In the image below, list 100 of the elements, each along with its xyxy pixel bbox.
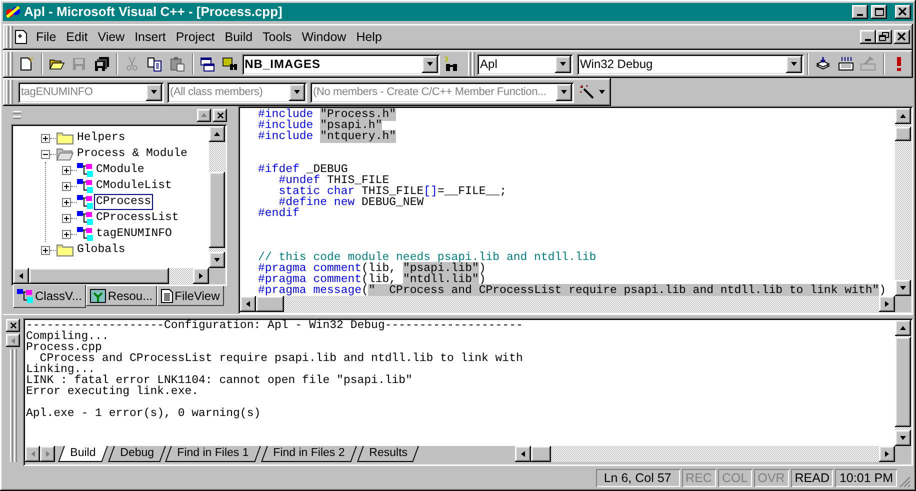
keyboard-arrows-icon <box>838 56 854 72</box>
caret-icon <box>790 61 798 67</box>
expand-icon[interactable] <box>62 198 71 206</box>
minimize-button[interactable] <box>860 30 876 44</box>
menu-item[interactable]: Build <box>220 27 258 47</box>
output-line: LINK : fatal error LNK1104: cannot open file "psapi.lib" <box>26 375 414 386</box>
tree-item[interactable]: Process & Module <box>76 147 188 161</box>
horizontal-scrollbar[interactable] <box>13 268 209 284</box>
output-line: Apl.exe - 1 error(s), 0 warning(s) <box>26 408 262 419</box>
tree-item[interactable]: CProcessList <box>95 211 180 225</box>
right-arrow-icon <box>884 300 890 308</box>
status-pane: Ln 6, Col 57 <box>596 469 680 487</box>
menu-item[interactable]: File <box>31 27 62 47</box>
vertical-scrollbar[interactable] <box>895 108 911 296</box>
exclamation-icon <box>896 57 901 71</box>
app-icon <box>5 4 21 20</box>
window-title: Apl - Microsoft Visual C++ - [Process.cpp] <box>24 3 284 22</box>
horizontal-scrollbar[interactable] <box>240 296 895 312</box>
minimize-icon <box>865 39 871 41</box>
scissors-icon <box>124 56 140 72</box>
class-icon <box>77 211 93 225</box>
wizard-button[interactable] <box>577 84 608 100</box>
code-line: #endif <box>258 208 300 219</box>
menu-item[interactable]: View <box>92 27 130 47</box>
class-icon <box>77 227 93 241</box>
left-arrow-icon <box>245 300 251 308</box>
collapse-icon[interactable] <box>41 150 50 158</box>
scroll-thumb[interactable] <box>895 127 911 141</box>
output-tab[interactable]: Find in Files 1 <box>166 446 261 462</box>
document-icon <box>15 30 27 44</box>
panel-tab[interactable]: Resou... <box>86 286 157 306</box>
tree-item[interactable]: CProcess <box>95 195 152 209</box>
down-arrow-icon <box>213 257 221 263</box>
menu-item[interactable]: Help <box>351 27 387 47</box>
expand-icon[interactable] <box>62 214 71 222</box>
binoculars-icon <box>442 56 459 72</box>
scroll-thumb[interactable] <box>531 446 551 462</box>
down-arrow-icon <box>899 285 907 291</box>
menu-item[interactable]: Insert <box>130 27 171 47</box>
expand-icon[interactable] <box>41 134 50 142</box>
scrollbar-corner <box>209 268 225 284</box>
tab-scroll-left-button[interactable] <box>25 446 40 462</box>
scroll-thumb[interactable] <box>29 268 169 284</box>
tree-item[interactable]: tagENUMINFO <box>95 227 173 241</box>
output-line: Process.cpp <box>26 342 102 353</box>
output-tab[interactable]: Results <box>356 446 419 462</box>
caret-icon <box>598 89 606 95</box>
scroll-thumb[interactable] <box>209 172 225 248</box>
expand-icon[interactable] <box>62 230 71 238</box>
scroll-thumb[interactable] <box>256 296 284 312</box>
configuration-combo[interactable]: Win32 Debug <box>576 54 804 74</box>
menu-item[interactable]: Edit <box>61 27 93 47</box>
find-combo[interactable]: NB_IMAGES <box>242 54 440 74</box>
expand-icon[interactable] <box>41 246 50 254</box>
close-button[interactable] <box>895 5 911 19</box>
code-line: #ifdef _DEBUG <box>258 164 348 175</box>
output-tab[interactable]: Find in Files 2 <box>261 446 357 462</box>
status-pane: OVR <box>754 469 789 487</box>
restore-button[interactable] <box>876 30 892 44</box>
right-arrow-icon <box>884 450 890 458</box>
resource-icon <box>90 288 106 302</box>
close-button[interactable] <box>6 319 20 332</box>
caret-icon <box>426 61 434 67</box>
code-line: #define new DEBUG_NEW <box>278 197 425 208</box>
close-icon <box>216 112 224 118</box>
output-line: Compiling... <box>26 331 109 342</box>
vertical-scrollbar[interactable] <box>209 126 225 268</box>
panel-tab[interactable]: ClassV... <box>13 285 86 308</box>
maximize-button[interactable] <box>6 334 20 347</box>
stacked-sheets-icon <box>815 56 832 72</box>
output-tab[interactable]: Build <box>58 446 108 462</box>
menu-item[interactable]: Tools <box>258 27 297 47</box>
tree-item[interactable]: Globals <box>76 243 126 257</box>
scroll-thumb[interactable] <box>895 337 911 427</box>
menu-item[interactable]: Window <box>296 27 352 47</box>
tree-item[interactable]: CModuleList <box>95 179 173 193</box>
close-button[interactable] <box>894 30 910 44</box>
expand-icon[interactable] <box>62 182 71 190</box>
project-combo[interactable]: Apl <box>477 54 574 74</box>
code-line: static char THIS_FILE[]=__FILE__; <box>278 186 508 197</box>
close-button[interactable] <box>213 108 227 122</box>
minimize-button[interactable] <box>852 5 868 19</box>
horizontal-scrollbar[interactable] <box>515 446 895 462</box>
panel-tab[interactable]: FileView <box>156 286 224 306</box>
vertical-scrollbar[interactable] <box>895 320 911 446</box>
maximize-button[interactable] <box>197 108 211 122</box>
output-line: CProcess and CProcessList require psapi.lib and ntdll.lib to link with <box>40 353 524 364</box>
caret-icon <box>293 89 301 95</box>
class-icon <box>77 195 93 209</box>
tab-scroll-right-button[interactable] <box>40 446 55 462</box>
maximize-button[interactable] <box>871 5 887 19</box>
code-line: #undef THIS_FILE <box>278 175 390 186</box>
status-pane: 10:01 PM <box>835 469 897 487</box>
output-tab[interactable]: Debug <box>108 446 166 462</box>
expand-icon[interactable] <box>62 166 71 174</box>
menu-item[interactable]: Project <box>170 27 220 47</box>
tree-item[interactable]: CModule <box>95 163 146 177</box>
tree-item[interactable]: Helpers <box>76 131 126 145</box>
restore-icon <box>879 32 889 42</box>
caret-icon <box>560 89 568 95</box>
